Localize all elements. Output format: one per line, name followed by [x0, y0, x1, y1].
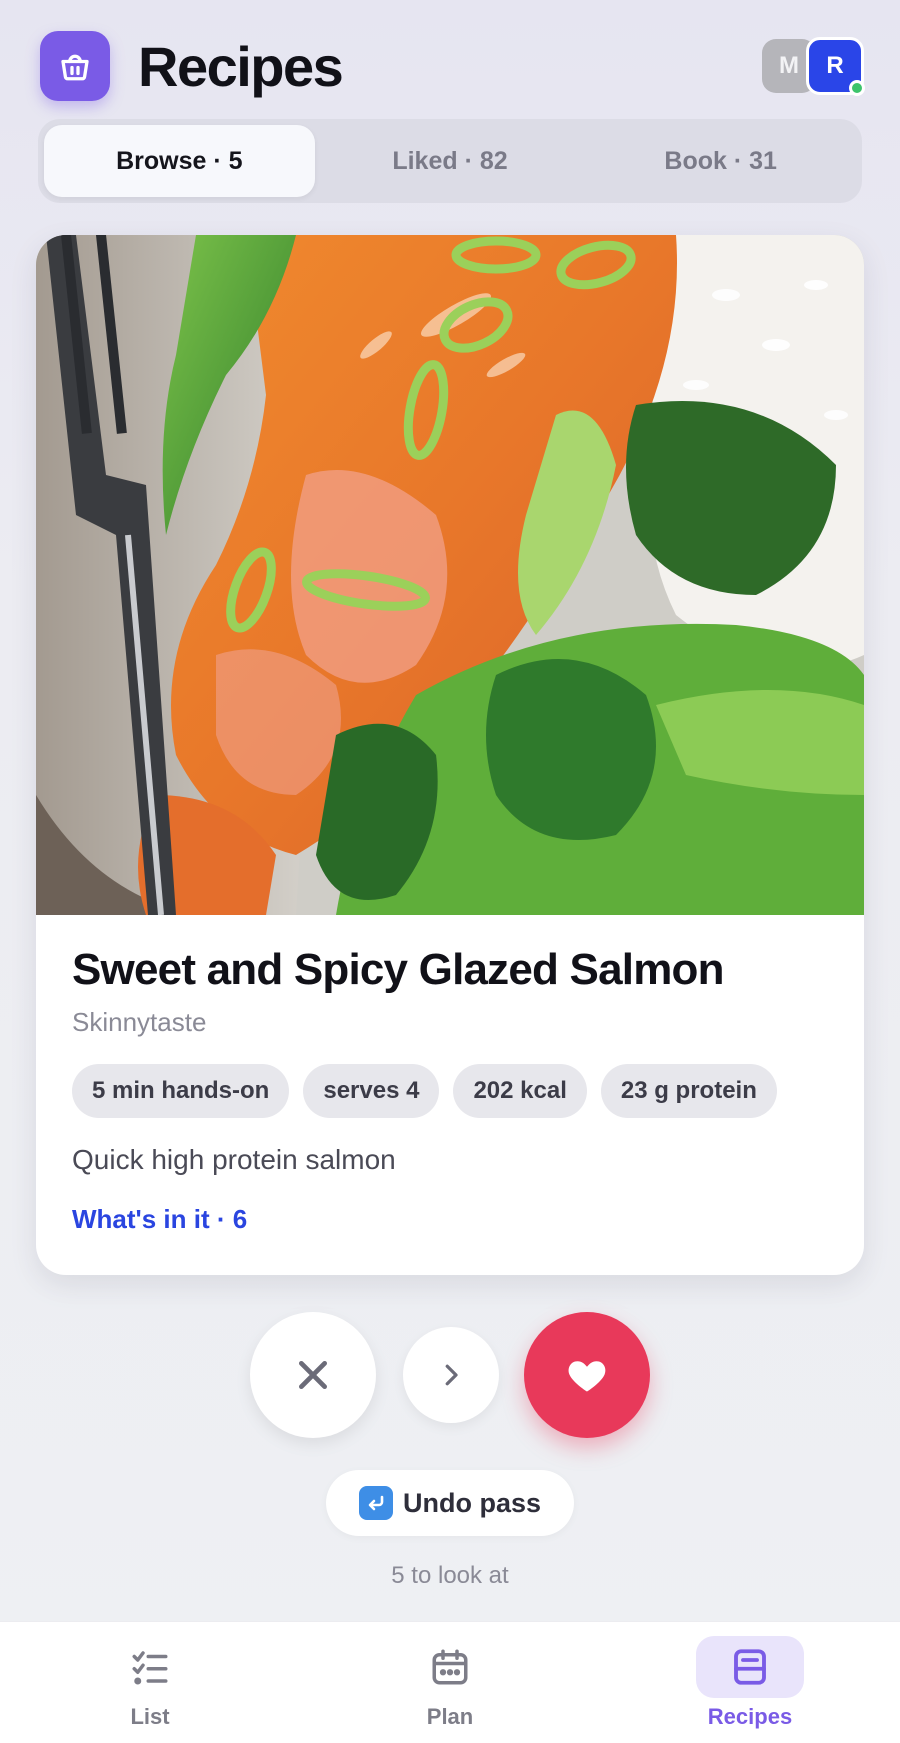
nav-item-recipes[interactable]: Recipes: [600, 1622, 900, 1743]
nav-recipes-icon-wrap: [696, 1635, 804, 1698]
app-root: Recipes M R Browse · 5 Liked · 82 Book ·…: [0, 0, 900, 1743]
heart-icon: [568, 1361, 606, 1392]
salmon-dish-image: [36, 235, 864, 915]
recipe-details: Sweet and Spicy Glazed Salmon Skinnytast…: [36, 915, 864, 1265]
chip-time: 5 min hands-on: [72, 1064, 290, 1118]
avatar-r-initial: R: [826, 52, 844, 79]
chevron-right-icon: [445, 1364, 458, 1386]
close-icon: [299, 1361, 327, 1389]
recipe-title: Sweet and Spicy Glazed Salmon: [72, 945, 724, 994]
nav-label-list: List: [130, 1703, 170, 1729]
nav-list-icon-wrap: [96, 1636, 204, 1698]
avatar-group[interactable]: M R: [762, 37, 865, 96]
basket-logo-button[interactable]: [40, 31, 110, 101]
pass-button[interactable]: [250, 1312, 376, 1438]
undo-pass-button[interactable]: Undo pass: [326, 1470, 574, 1536]
recipe-source: Skinnytaste: [72, 1007, 207, 1037]
swipe-actions: [0, 1312, 900, 1438]
recipe-book-icon: [734, 1648, 766, 1685]
like-button[interactable]: [524, 1312, 650, 1438]
undo-pass-label: Undo pass: [402, 1487, 542, 1518]
tab-browse[interactable]: Browse · 5: [44, 125, 315, 197]
header: Recipes M R: [40, 31, 865, 101]
chip-calories: 202 kcal: [453, 1064, 587, 1118]
nav-item-list[interactable]: List: [0, 1622, 300, 1743]
calendar-icon: [432, 1649, 468, 1684]
recipe-chips: 5 min hands-on serves 4 202 kcal 23 g pr…: [72, 1064, 828, 1118]
recipe-description: Quick high protein salmon: [72, 1144, 396, 1175]
nav-plan-icon-wrap: [396, 1636, 504, 1698]
online-status-dot: [849, 80, 865, 96]
tab-book[interactable]: Book · 31: [585, 125, 856, 197]
tab-liked[interactable]: Liked · 82: [315, 125, 586, 197]
nav-label-recipes: Recipes: [707, 1703, 793, 1729]
chip-protein: 23 g protein: [600, 1064, 777, 1118]
next-button[interactable]: [403, 1327, 499, 1423]
shopping-basket-icon: [61, 54, 89, 81]
bottom-nav: List Plan Recipes: [0, 1621, 900, 1743]
undo-arrow-icon: [358, 1486, 393, 1520]
checklist-icon: [132, 1650, 168, 1684]
page-title: Recipes: [138, 34, 344, 98]
recipe-card[interactable]: Sweet and Spicy Glazed Salmon Skinnytast…: [36, 235, 864, 1275]
remaining-count: 5 to look at: [391, 1562, 509, 1589]
recipe-photo: [36, 235, 864, 915]
avatar-r[interactable]: R: [806, 37, 865, 96]
chip-servings: serves 4: [303, 1064, 440, 1118]
tab-bar: Browse · 5 Liked · 82 Book · 31: [38, 119, 862, 203]
nav-label-plan: Plan: [426, 1703, 474, 1729]
nav-item-plan[interactable]: Plan: [300, 1622, 600, 1743]
ingredients-link[interactable]: What's in it · 6: [72, 1204, 828, 1235]
